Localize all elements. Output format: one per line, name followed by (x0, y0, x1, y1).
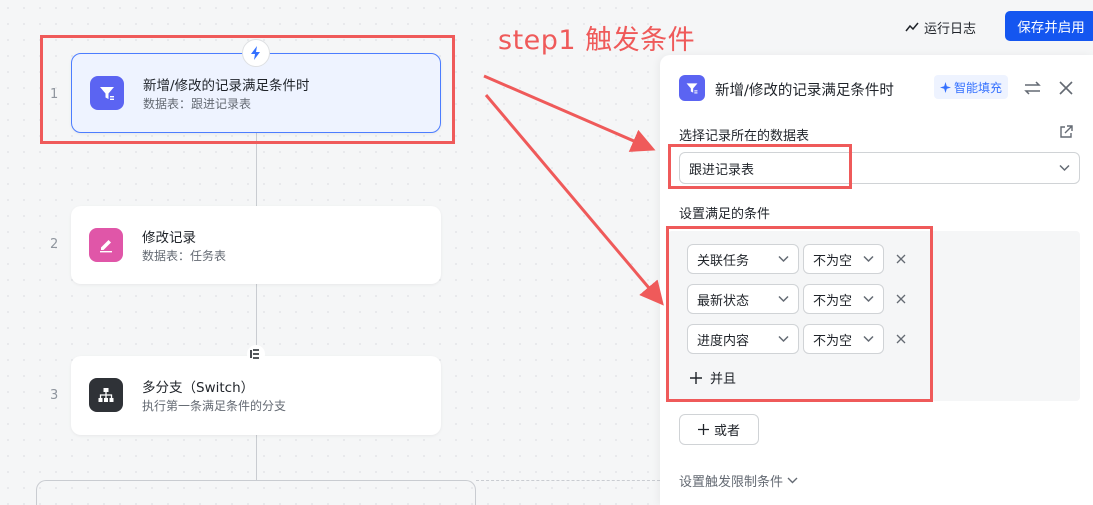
trigger-config-panel: 新增/修改的记录满足条件时 智能填充 选择记录所在的数据表 跟进记录表 设置满足… (660, 55, 1093, 505)
node-subtitle: 执行第一条满足条件的分支 (142, 399, 287, 413)
smart-fill-label: 智能填充 (954, 80, 1003, 95)
node-title: 新增/修改的记录满足条件时 (143, 78, 310, 94)
run-log-label: 运行日志 (924, 21, 977, 37)
conditions-label: 设置满足的条件 (679, 207, 771, 222)
flow-connector (256, 435, 257, 480)
table-select[interactable]: 跟进记录表 (679, 152, 1080, 184)
step-number: 3 (50, 388, 59, 403)
save-enable-button[interactable]: 保存并启用 (1005, 11, 1093, 41)
node-subtitle: 数据表：任务表 (142, 249, 227, 263)
smart-fill-button[interactable]: 智能填充 (934, 75, 1009, 99)
add-or-condition-button[interactable]: 或者 (679, 414, 759, 445)
chevron-down-icon (863, 295, 874, 303)
flow-canvas: 1 2 3 新增/修改的记录满足条件时 数据表：跟进记录表 修改记录 数据表：任… (0, 0, 660, 505)
lightning-icon (242, 39, 270, 67)
branch-connector (36, 480, 476, 505)
chevron-down-icon (778, 295, 789, 303)
condition-field-value: 最新状态 (697, 293, 750, 309)
remove-condition-icon[interactable] (894, 252, 908, 266)
node-title: 修改记录 (142, 230, 196, 246)
chevron-down-icon (778, 255, 789, 263)
close-icon[interactable] (1056, 78, 1076, 98)
remove-condition-icon[interactable] (894, 332, 908, 346)
chevron-down-icon (1059, 164, 1070, 172)
condition-operator-select[interactable]: 不为空 (803, 284, 884, 314)
edit-icon (89, 228, 123, 262)
chevron-down-icon (863, 335, 874, 343)
update-record-node[interactable]: 修改记录 数据表：任务表 (71, 206, 441, 284)
add-and-condition-button[interactable]: 并且 (690, 368, 736, 387)
table-select-value: 跟进记录表 (689, 162, 755, 178)
branch-icon (89, 378, 123, 412)
or-label: 或者 (713, 424, 740, 439)
chevron-down-icon (778, 335, 789, 343)
condition-operator-select[interactable]: 不为空 (803, 244, 884, 274)
chevron-down-icon (787, 477, 798, 484)
sparkle-icon (940, 81, 951, 93)
table-section-label: 选择记录所在的数据表 (679, 129, 810, 144)
condition-operator-select[interactable]: 不为空 (803, 324, 884, 354)
swap-icon[interactable] (1022, 78, 1042, 98)
annotation-label: step1 触发条件 (498, 25, 696, 56)
plus-icon (697, 424, 709, 435)
plus-icon (690, 371, 702, 384)
condition-field-value: 关联任务 (697, 253, 750, 269)
chevron-down-icon (863, 255, 874, 263)
trend-icon (905, 22, 919, 32)
condition-field-select[interactable]: 最新状态 (687, 284, 799, 314)
step-number: 1 (50, 87, 59, 102)
filter-icon (679, 75, 705, 101)
condition-field-select[interactable]: 进度内容 (687, 324, 799, 354)
and-label: 并且 (710, 372, 737, 387)
filter-icon (90, 76, 124, 110)
switch-node[interactable]: 多分支（Switch） 执行第一条满足条件的分支 (71, 356, 441, 435)
flow-connector (256, 133, 257, 206)
run-log-button[interactable]: 运行日志 (905, 14, 976, 40)
condition-operator-value: 不为空 (813, 293, 853, 309)
condition-operator-value: 不为空 (813, 253, 853, 269)
external-link-icon[interactable] (1058, 124, 1074, 140)
remove-condition-icon[interactable] (894, 292, 908, 306)
step-number: 2 (50, 237, 59, 252)
condition-operator-value: 不为空 (813, 333, 853, 349)
trigger-limit-toggle[interactable]: 设置触发限制条件 (679, 471, 798, 490)
node-title: 多分支（Switch） (142, 380, 255, 396)
limit-label: 设置触发限制条件 (679, 475, 784, 490)
condition-field-select[interactable]: 关联任务 (687, 244, 799, 274)
condition-field-value: 进度内容 (697, 333, 750, 349)
panel-title: 新增/修改的记录满足条件时 (715, 83, 894, 99)
switch-connector-icon (247, 345, 265, 363)
node-subtitle: 数据表：跟进记录表 (143, 97, 252, 111)
branch-dashed-line (476, 480, 660, 481)
